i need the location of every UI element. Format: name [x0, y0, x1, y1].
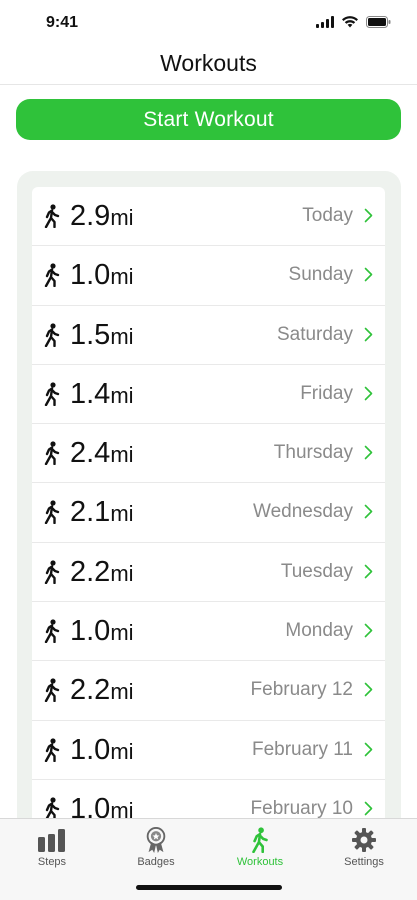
distance-unit: mi: [110, 620, 134, 646]
cellular-icon: [316, 16, 334, 28]
workout-row[interactable]: 2.1mi Wednesday: [32, 483, 385, 543]
wifi-icon: [342, 16, 358, 28]
chevron-right-icon: [364, 386, 373, 401]
distance-value: 1.5: [70, 318, 111, 351]
navigation-bar: Workouts: [0, 44, 417, 85]
tab-workouts[interactable]: Workouts: [208, 827, 312, 868]
start-workout-button[interactable]: Start Workout: [16, 99, 401, 140]
battery-icon: [366, 16, 391, 28]
home-indicator[interactable]: [136, 885, 282, 890]
walking-icon: [252, 827, 268, 853]
walking-icon: [44, 441, 60, 466]
workout-date: February 12: [250, 679, 353, 701]
status-icons: [316, 16, 391, 28]
chevron-right-icon: [364, 208, 373, 223]
walking-icon: [44, 560, 60, 584]
distance-unit: mi: [110, 382, 134, 408]
workout-distance: 1.0mi: [70, 614, 134, 650]
chevron-right-icon: [364, 683, 373, 697]
workout-date: Thursday: [273, 442, 353, 464]
distance-unit: mi: [110, 738, 134, 764]
walking-icon: [44, 204, 60, 228]
distance-unit: mi: [110, 560, 134, 586]
distance-value: 1.0: [70, 259, 111, 292]
walking-icon: [44, 738, 60, 762]
bar-chart-icon: [38, 829, 65, 852]
distance-value: 2.9: [70, 200, 111, 232]
workout-row[interactable]: 2.2mi February 12: [32, 661, 385, 721]
chevron-right-icon: [364, 267, 373, 282]
tab-label: Settings: [344, 856, 384, 868]
distance-unit: mi: [110, 501, 134, 527]
walking-icon: [44, 322, 60, 347]
workout-row[interactable]: 1.4mi Friday: [32, 365, 385, 425]
distance-value: 2.4: [70, 437, 111, 470]
workout-distance: 2.4mi: [70, 436, 134, 472]
workouts-screen: 9:41 Workouts Start Workout 2.9mi Today …: [0, 0, 417, 900]
walking-icon: [44, 500, 60, 525]
workout-distance: 2.9mi: [70, 199, 134, 235]
status-time: 9:41: [46, 14, 79, 31]
tab-steps[interactable]: Steps: [0, 827, 104, 868]
workout-row[interactable]: 1.0mi Sunday: [32, 246, 385, 306]
tab-label: Badges: [137, 856, 175, 868]
tab-label: Steps: [37, 856, 67, 868]
workout-row[interactable]: 1.5mi Saturday: [32, 306, 385, 365]
workout-date: Tuesday: [280, 560, 353, 582]
chevron-right-icon: [364, 505, 373, 519]
distance-unit: mi: [110, 442, 134, 468]
distance-value: 1.0: [70, 733, 111, 766]
workout-row[interactable]: 2.9mi Today: [32, 187, 385, 247]
workout-distance: 1.5mi: [70, 318, 134, 354]
distance-value: 2.2: [70, 674, 111, 707]
walking-icon: [44, 382, 60, 406]
workout-row[interactable]: 1.0mi February 11: [32, 721, 385, 780]
workout-date: Today: [302, 205, 353, 226]
chevron-right-icon: [364, 742, 373, 756]
distance-value: 2.2: [70, 555, 111, 588]
workout-distance: 1.0mi: [70, 258, 134, 294]
workout-distance: 2.2mi: [70, 673, 134, 709]
workout-date: Wednesday: [253, 501, 353, 523]
distance-value: 2.1: [70, 496, 111, 529]
distance-unit: mi: [110, 679, 134, 705]
medal-icon: [146, 827, 166, 853]
workout-row[interactable]: 1.0mi Monday: [32, 602, 385, 662]
distance-unit: mi: [110, 264, 134, 290]
distance-unit: mi: [110, 323, 134, 349]
workout-date: February 11: [251, 738, 353, 760]
distance-value: 1.0: [70, 615, 111, 648]
workout-date: Monday: [285, 620, 353, 642]
tab-badges[interactable]: Badges: [104, 827, 208, 868]
tab-settings[interactable]: Settings: [312, 827, 416, 868]
chevron-right-icon: [364, 445, 373, 460]
gear-icon: [352, 828, 376, 852]
workout-date: February 10: [250, 797, 353, 819]
workout-distance: 2.2mi: [70, 555, 134, 591]
status-bar: 9:41: [0, 0, 417, 44]
workout-distance: 1.4mi: [70, 377, 134, 413]
walking-icon: [44, 678, 60, 703]
chevron-right-icon: [364, 623, 373, 638]
walking-icon: [44, 263, 60, 288]
workout-distance: 1.0mi: [70, 733, 134, 769]
workout-date: Saturday: [276, 323, 353, 345]
chevron-right-icon: [364, 564, 373, 579]
workout-date: Sunday: [288, 264, 353, 286]
chevron-right-icon: [364, 327, 373, 341]
distance-value: 1.4: [70, 377, 111, 410]
distance-unit: mi: [110, 205, 134, 230]
chevron-right-icon: [364, 801, 373, 816]
tab-label: Workouts: [236, 856, 284, 868]
workout-distance: 2.1mi: [70, 495, 134, 531]
workout-row[interactable]: 2.2mi Tuesday: [32, 543, 385, 603]
walking-icon: [44, 619, 60, 644]
page-title: Workouts: [160, 50, 257, 76]
workout-list[interactable]: 2.9mi Today 1.0mi Sunday 1.5mi Saturday 1.4mi F…: [32, 187, 385, 827]
workout-date: Friday: [300, 382, 353, 404]
workout-row[interactable]: 2.4mi Thursday: [32, 424, 385, 484]
